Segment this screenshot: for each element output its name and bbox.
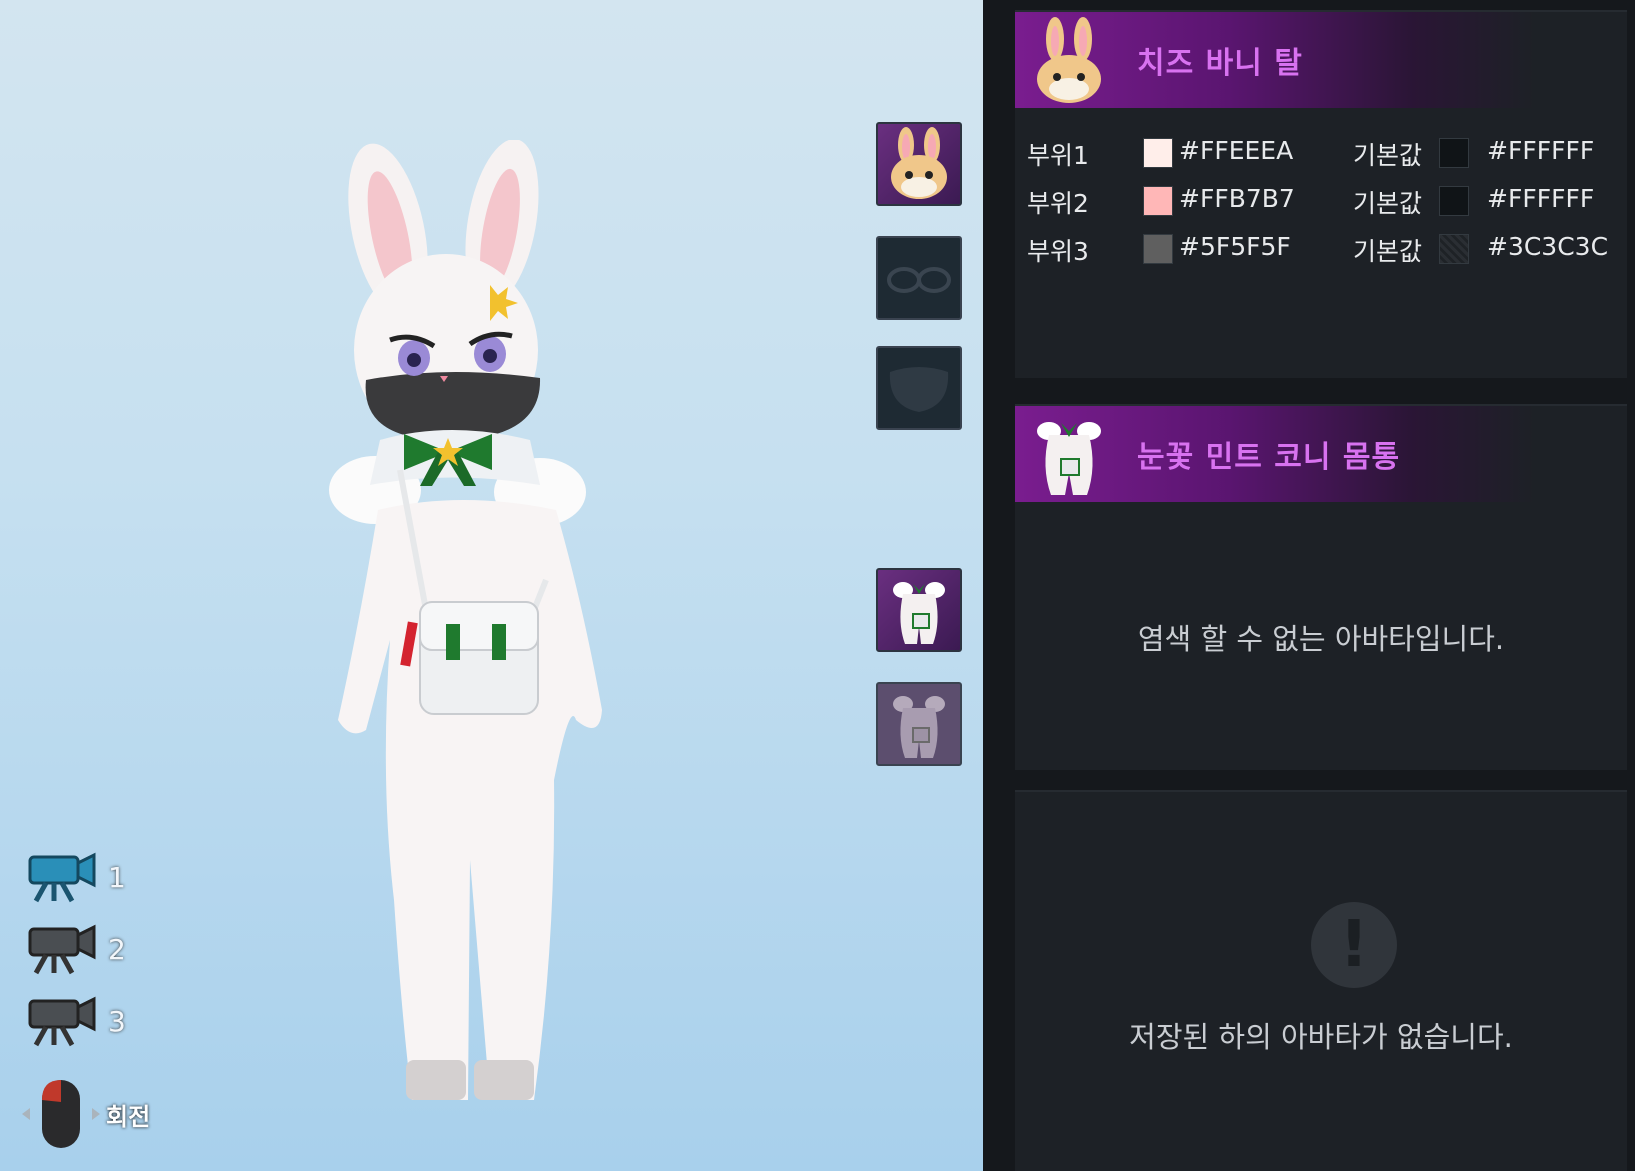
slot-mask[interactable] [876, 346, 962, 430]
dye-color-value: #5F5F5F [1179, 232, 1291, 261]
dye-table: 부위1 #FFEEEA 기본값 #FFFFFF 부위2 #FFB7B7 기본값 … [1027, 130, 1617, 274]
camera-icon [28, 996, 96, 1047]
default-color-swatch [1439, 234, 1469, 264]
bunny-avatar-figure[interactable] [320, 140, 640, 1150]
camera-1-label: 1 [108, 860, 126, 894]
dye-row: 부위1 #FFEEEA 기본값 #FFFFFF [1027, 130, 1617, 178]
slot-body-alt[interactable] [876, 682, 962, 766]
body-item-card: 눈꽃 민트 코니 몸통 염색 할 수 없는 아바타입니다. [1015, 404, 1627, 770]
color-swatch[interactable] [1143, 234, 1173, 264]
rotate-hint: 회전 [20, 1078, 150, 1150]
body-item-title: 눈꽃 민트 코니 몸통 [1137, 440, 1401, 475]
color-swatch[interactable] [1143, 138, 1173, 168]
bunny-head-icon [891, 127, 947, 199]
mouse-icon [22, 1080, 100, 1148]
exclamation-icon: ! [1311, 902, 1397, 988]
default-color-value: #3C3C3C [1487, 232, 1609, 261]
slot-head[interactable] [876, 122, 962, 206]
slot-body[interactable] [876, 568, 962, 652]
body-item-header: 눈꽃 민트 코니 몸통 [1015, 406, 1627, 502]
dye-part-label: 부위3 [1027, 237, 1089, 266]
dye-color-value: #FFEEEA [1179, 136, 1294, 165]
head-item-header: 치즈 바니 탈 [1015, 12, 1627, 108]
dye-row: 부위3 #5F5F5F 기본값 #3C3C3C [1027, 226, 1617, 274]
head-item-thumbnail [1027, 15, 1111, 105]
camera-3-label: 3 [108, 1004, 126, 1038]
slot-glasses[interactable] [876, 236, 962, 320]
camera-3-button[interactable]: 3 [26, 992, 166, 1050]
bottom-item-message: 저장된 하의 아바타가 없습니다. [1129, 1020, 1513, 1054]
body-costume-icon [893, 582, 945, 644]
default-color-value: #FFFFFF [1487, 184, 1595, 213]
avatar-info-panel: 치즈 바니 탈 부위1 #FFEEEA 기본값 #FFFFFF 부위2 #FFB… [983, 0, 1635, 1171]
dye-row: 부위2 #FFB7B7 기본값 #FFFFFF [1027, 178, 1617, 226]
dye-part-label: 부위2 [1027, 189, 1089, 218]
rotate-label: 회전 [106, 1102, 151, 1131]
bunny-head-icon [1037, 17, 1101, 103]
camera-icon [28, 852, 96, 903]
avatar-preview-stage[interactable]: 1 2 3 회전 [0, 0, 983, 1171]
default-color-swatch [1439, 186, 1469, 216]
head-item-title: 치즈 바니 탈 [1137, 46, 1303, 81]
color-swatch[interactable] [1143, 186, 1173, 216]
default-label: 기본값 [1353, 237, 1423, 266]
head-item-card: 치즈 바니 탈 부위1 #FFEEEA 기본값 #FFFFFF 부위2 #FFB… [1015, 10, 1627, 378]
camera-icon [28, 924, 96, 975]
body-item-thumbnail [1027, 409, 1111, 499]
default-color-swatch [1439, 138, 1469, 168]
default-label: 기본값 [1353, 141, 1423, 170]
default-label: 기본값 [1353, 189, 1423, 218]
glasses-icon [887, 267, 951, 293]
default-color-value: #FFFFFF [1487, 136, 1595, 165]
camera-2-label: 2 [108, 932, 126, 966]
camera-1-button[interactable]: 1 [26, 848, 166, 906]
dye-part-label: 부위1 [1027, 141, 1089, 170]
bottom-item-card: ! 저장된 하의 아바타가 없습니다. [1015, 790, 1627, 1171]
camera-2-button[interactable]: 2 [26, 920, 166, 978]
body-costume-icon [893, 696, 945, 758]
dye-color-value: #FFB7B7 [1179, 184, 1295, 213]
body-item-message: 염색 할 수 없는 아바타입니다. [1137, 622, 1505, 656]
mask-icon [889, 367, 949, 412]
body-costume-icon [1037, 422, 1101, 495]
